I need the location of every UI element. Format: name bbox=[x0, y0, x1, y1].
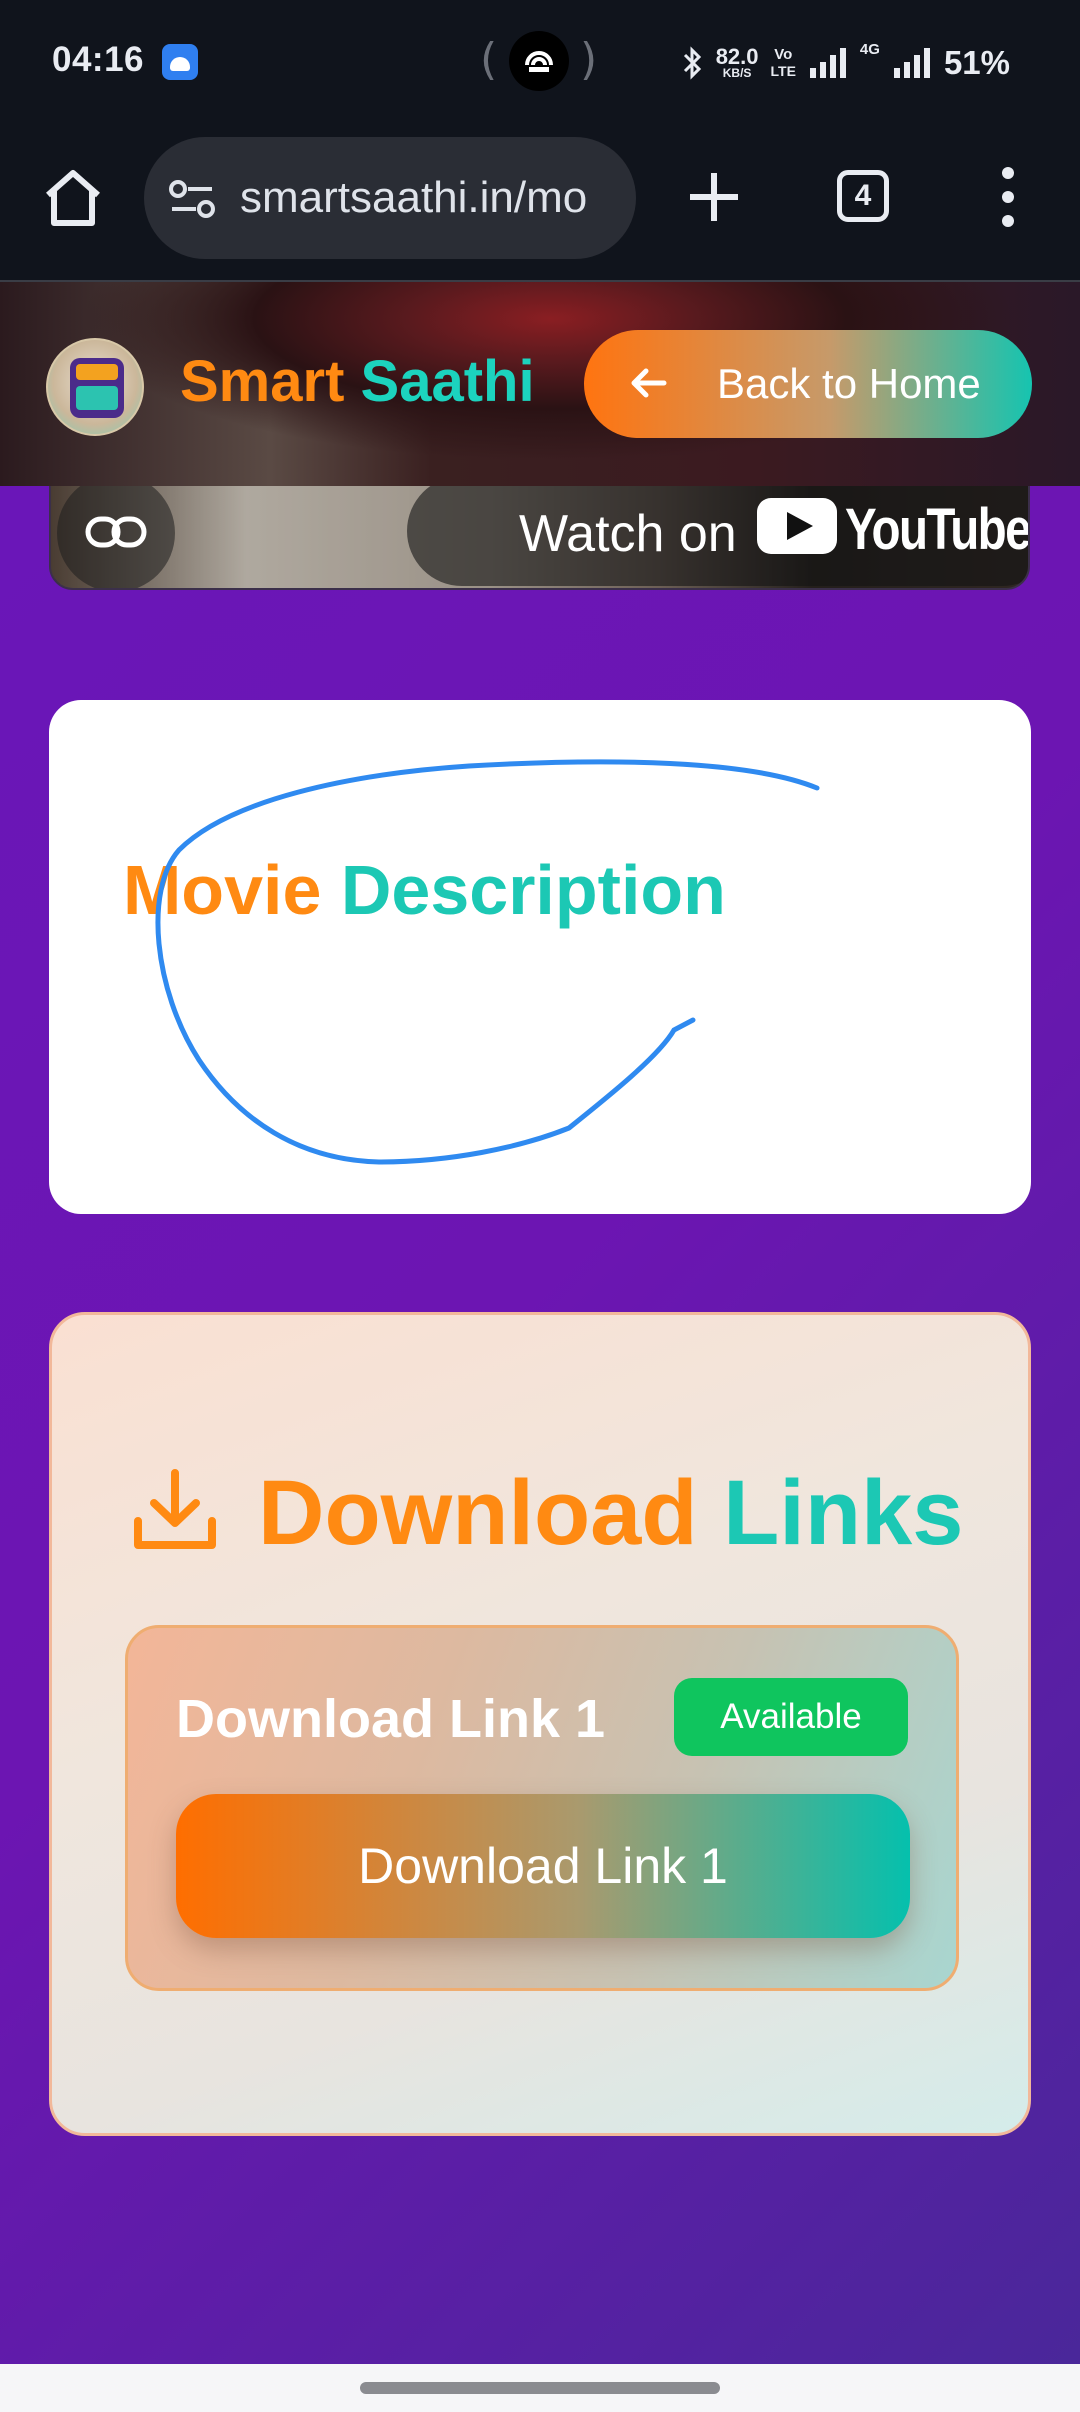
download-link-button[interactable]: Download Link 1 bbox=[176, 1794, 910, 1938]
status-icons: 82.0 KB/S Vo LTE 4G 51% bbox=[682, 38, 1010, 88]
download-title-part2: Links bbox=[723, 1462, 964, 1564]
brand-part2: Saathi bbox=[360, 349, 535, 414]
android-notification-icon bbox=[162, 44, 198, 80]
youtube-play-icon bbox=[757, 498, 837, 554]
battery-level: 51% bbox=[943, 44, 1010, 81]
back-to-home-label: Back to Home bbox=[717, 360, 981, 407]
status-badge: Available bbox=[674, 1678, 908, 1756]
network-speed: 82.0 KB/S bbox=[715, 44, 759, 80]
more-menu-icon[interactable] bbox=[996, 167, 1020, 227]
video-embed[interactable]: Watch on YouTube bbox=[49, 486, 1030, 590]
signal-icon-2 bbox=[893, 48, 930, 78]
brand-part1: Smart bbox=[180, 349, 345, 414]
hand-drawn-circle-annotation bbox=[155, 759, 820, 1165]
download-links-heading: Download Links bbox=[258, 1461, 963, 1566]
watch-on-youtube-button[interactable]: Watch on YouTube bbox=[407, 486, 1030, 586]
movie-description-card: Movie Description bbox=[49, 700, 1031, 1214]
arrow-left-icon bbox=[631, 368, 667, 398]
main-content: Watch on YouTube Movie Description Downl… bbox=[0, 486, 1080, 2364]
tab-switcher-button[interactable]: 4 bbox=[837, 170, 889, 222]
download-link-title: Download Link 1 bbox=[176, 1689, 606, 1749]
youtube-wordmark: YouTube bbox=[845, 497, 1030, 562]
system-nav-bar bbox=[0, 2364, 1080, 2412]
home-icon[interactable] bbox=[40, 165, 106, 231]
browser-toolbar: smartsaathi.in/mo 4 bbox=[0, 125, 1080, 280]
download-link-item: Download Link 1 Available Download Link … bbox=[125, 1625, 959, 1991]
url-text[interactable]: smartsaathi.in/mo bbox=[240, 173, 587, 223]
link-icon bbox=[85, 516, 147, 548]
site-brand[interactable]: Smart Saathi bbox=[180, 348, 535, 415]
hotspot-icon bbox=[509, 31, 569, 91]
watch-on-label: Watch on bbox=[519, 505, 737, 563]
network-type: 4G bbox=[859, 41, 880, 58]
status-time: 04:16 bbox=[52, 40, 145, 79]
download-title-part1: Download bbox=[258, 1462, 698, 1564]
hotspot-indicator: ( ) bbox=[480, 28, 600, 94]
site-settings-icon[interactable] bbox=[168, 179, 216, 219]
site-header: Smart Saathi Back to Home bbox=[0, 280, 1080, 486]
new-tab-icon[interactable] bbox=[684, 167, 744, 227]
bluetooth-icon bbox=[683, 46, 701, 80]
gesture-handle[interactable] bbox=[360, 2382, 720, 2394]
download-links-card: Download Links Download Link 1 Available… bbox=[49, 1312, 1031, 2136]
volte-indicator: Vo LTE bbox=[770, 46, 796, 80]
back-to-home-button[interactable]: Back to Home bbox=[584, 330, 1032, 438]
copy-link-button[interactable] bbox=[57, 486, 175, 588]
signal-icon-1 bbox=[809, 48, 846, 78]
address-bar[interactable]: smartsaathi.in/mo bbox=[144, 137, 636, 259]
download-icon bbox=[134, 1469, 216, 1549]
status-bar: 04:16 ( ) 82.0 KB/S Vo LTE 4G 51% bbox=[0, 0, 1080, 125]
smart-saathi-logo[interactable] bbox=[46, 338, 144, 436]
